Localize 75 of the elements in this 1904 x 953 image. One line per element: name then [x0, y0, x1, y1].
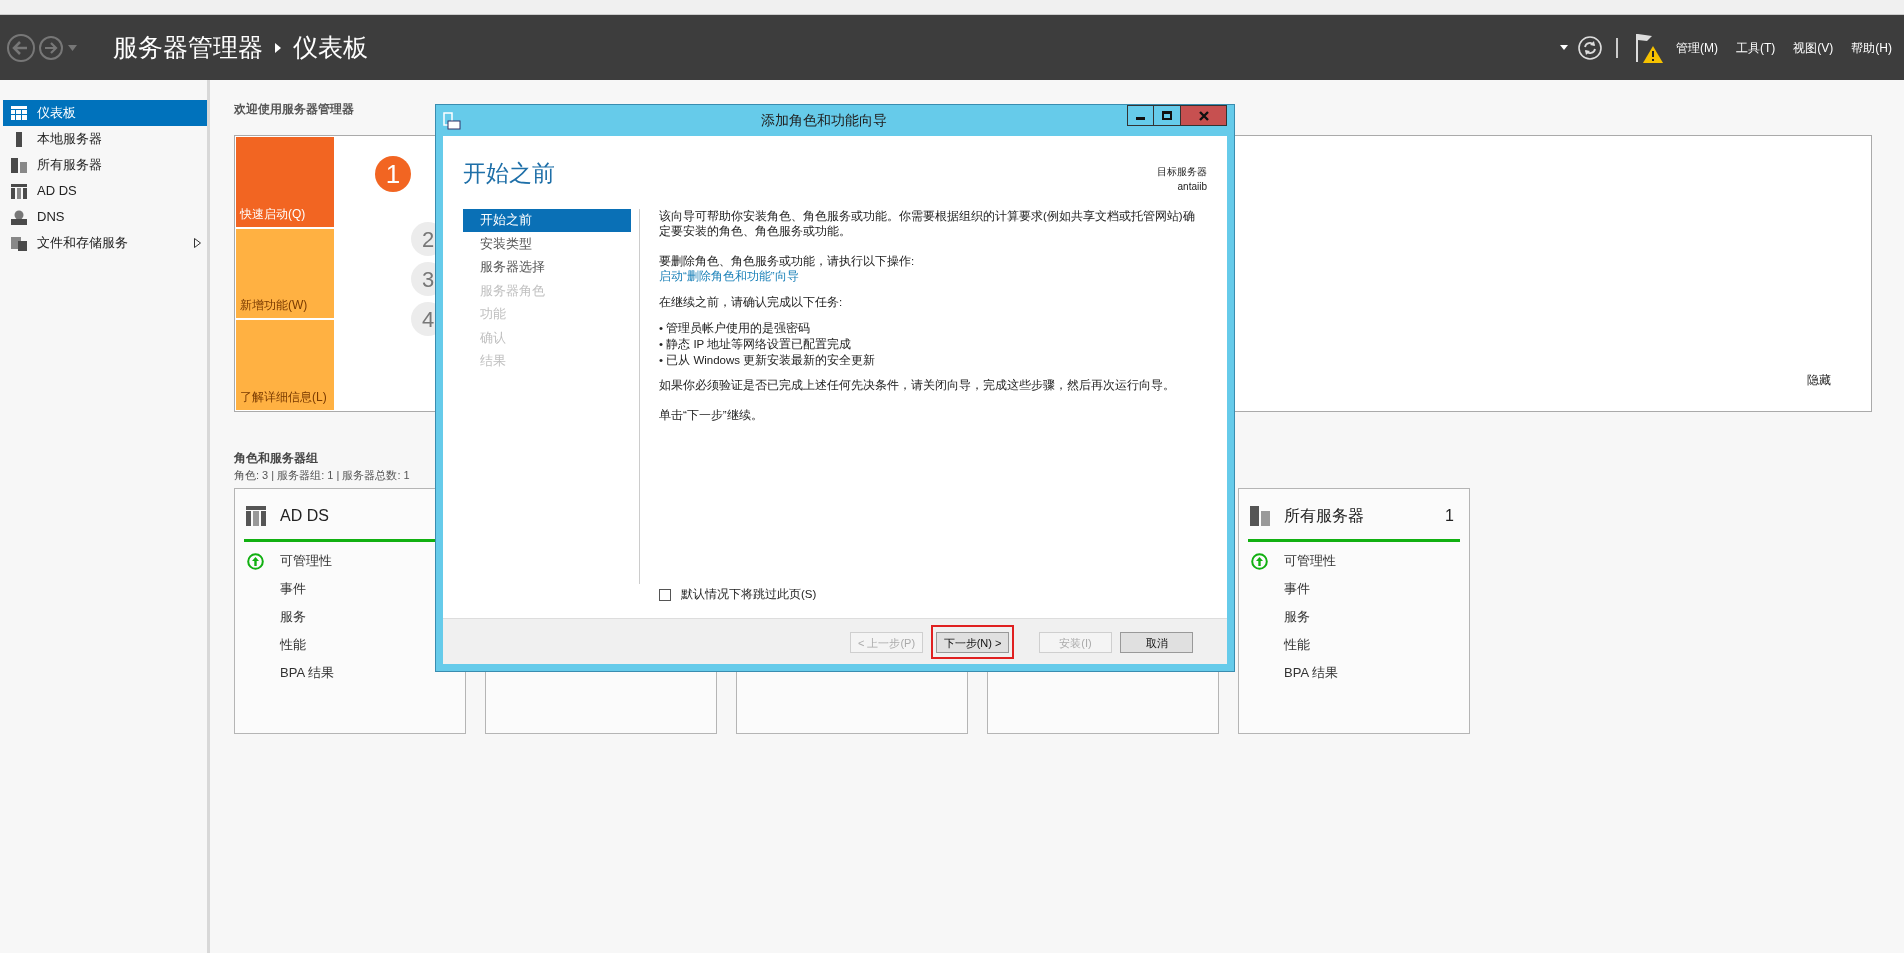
close-icon — [1198, 110, 1209, 121]
tile-title: AD DS — [280, 505, 330, 526]
tile-row-link[interactable]: 服务 — [1248, 605, 1310, 629]
status-up-icon — [247, 552, 264, 570]
status-up-icon — [1251, 552, 1268, 570]
breadcrumb-item[interactable]: 服务器管理器 — [113, 28, 263, 67]
tile-row-link[interactable]: 性能 — [244, 633, 306, 657]
sidebar-item[interactable]: 本地服务器 — [3, 126, 207, 152]
remove-prompt: 要删除角色、角色服务或功能，请执行以下操作: — [659, 254, 916, 269]
remove-wizard-link[interactable]: 启动“删除角色和功能”向导 — [659, 269, 799, 284]
sidebar-item[interactable]: 文件和存储服务 — [3, 230, 207, 256]
globe-server-icon — [11, 209, 27, 225]
menu-item[interactable]: 工具(T) — [1736, 38, 1776, 57]
welcome-title: 欢迎使用服务器管理器 — [234, 101, 354, 118]
tile-row-link[interactable]: 事件 — [1248, 577, 1310, 601]
hide-link[interactable]: 隐藏 — [1807, 371, 1831, 389]
quick-tile[interactable]: 新增功能(W) — [236, 228, 334, 319]
minimize-button[interactable] — [1127, 105, 1154, 126]
quick-tile[interactable]: 了解详细信息(L) — [236, 320, 334, 410]
tile-row-link[interactable]: BPA 结果 — [244, 661, 334, 685]
target-server-label: 目标服务器 — [1157, 165, 1207, 179]
wizard-heading: 开始之前 — [463, 162, 555, 188]
prerequisite-item: • 静态 IP 地址等网络设置已配置完成 — [659, 337, 853, 352]
wizard-app-icon — [443, 111, 461, 130]
building-icon — [11, 183, 27, 199]
menu-item[interactable]: 管理(M) — [1676, 38, 1718, 57]
caret-icon[interactable] — [1560, 45, 1568, 50]
skip-checkbox[interactable] — [659, 588, 671, 601]
tile-row-link[interactable]: 事件 — [244, 577, 306, 601]
refresh-icon[interactable] — [1578, 35, 1602, 60]
sidebar-item[interactable]: DNS — [3, 204, 207, 230]
menu-item[interactable]: 视图(V) — [1793, 38, 1834, 57]
wizard-button[interactable]: 取消 — [1120, 632, 1193, 654]
tile-row-link[interactable]: BPA 结果 — [1248, 661, 1338, 685]
wizard-button[interactable]: 下一步(N) > — [936, 632, 1009, 654]
forward-icon[interactable] — [38, 34, 64, 61]
roles-title: 角色和服务器组 — [234, 450, 319, 467]
tile-count: 1 — [1445, 505, 1454, 526]
tile-row-link[interactable]: 可管理性 — [1248, 549, 1336, 573]
role-tile[interactable]: AD DS 可管理性 事件 服务 性能 BPA 结果 — [234, 487, 466, 734]
tile-row-link[interactable]: 性能 — [1248, 633, 1310, 657]
sidebar-item[interactable]: AD DS — [3, 178, 207, 204]
continue-text: 单击“下一步”继续。 — [659, 408, 764, 423]
folder-icon — [11, 235, 27, 251]
sidebar-item[interactable]: 所有服务器 — [3, 152, 207, 178]
breadcrumb-item[interactable]: 仪表板 — [293, 28, 368, 67]
skip-checkbox-label: 默认情况下将跳过此页(S) — [681, 587, 817, 602]
roles-summary: 角色: 3 | 服务器组: 1 | 服务器总数: 1 — [234, 468, 411, 483]
flag-warning-icon[interactable] — [1634, 31, 1664, 64]
intro-text: 该向导可帮助你安装角色、角色服务或功能。你需要根据组织的计算要求(例如共享文档或托管网站)确定要安装的角色、角色服务或功能。 — [659, 209, 1196, 239]
prerequisites-title: 在继续之前，请确认完成以下任务: — [659, 295, 844, 310]
target-server-name: antaiib — [1177, 180, 1207, 194]
expand-arrow-icon[interactable] — [194, 238, 201, 248]
wizard-step[interactable]: 开始之前 — [463, 209, 631, 232]
servers-icon — [11, 157, 27, 173]
tile-row-link[interactable]: 服务 — [244, 605, 306, 629]
wizard-step[interactable]: 安装类型 — [463, 232, 631, 256]
sidebar-item[interactable]: 仪表板 — [3, 100, 207, 126]
maximize-button[interactable] — [1154, 105, 1181, 126]
tile-row-link[interactable]: 可管理性 — [244, 549, 332, 573]
prerequisite-item: • 管理员帐户使用的是强密码 — [659, 321, 812, 336]
chevron-right-icon — [275, 42, 281, 53]
servers-icon — [1250, 505, 1270, 526]
prerequisite-item: • 已从 Windows 更新安装最新的安全更新 — [659, 353, 877, 368]
menu-item[interactable]: 帮助(H) — [1851, 38, 1892, 57]
dialog-title: 添加角色和功能向导 — [760, 111, 888, 130]
tile-title: 所有服务器 — [1284, 505, 1365, 526]
close-button[interactable] — [1181, 105, 1227, 126]
role-tile[interactable]: 所有服务器 1 可管理性 事件 服务 性能 BPA 结果 — [1238, 487, 1470, 734]
building-icon — [246, 505, 266, 526]
wizard-step[interactable]: 服务器选择 — [463, 256, 631, 279]
step-number: 1 — [375, 156, 411, 192]
dashboard-icon — [11, 106, 27, 120]
note-text: 如果你必须验证是否已完成上述任何先决条件，请关闭向导，完成这些步骤，然后再次运行向导。 — [659, 378, 1176, 393]
back-icon[interactable] — [6, 32, 36, 63]
